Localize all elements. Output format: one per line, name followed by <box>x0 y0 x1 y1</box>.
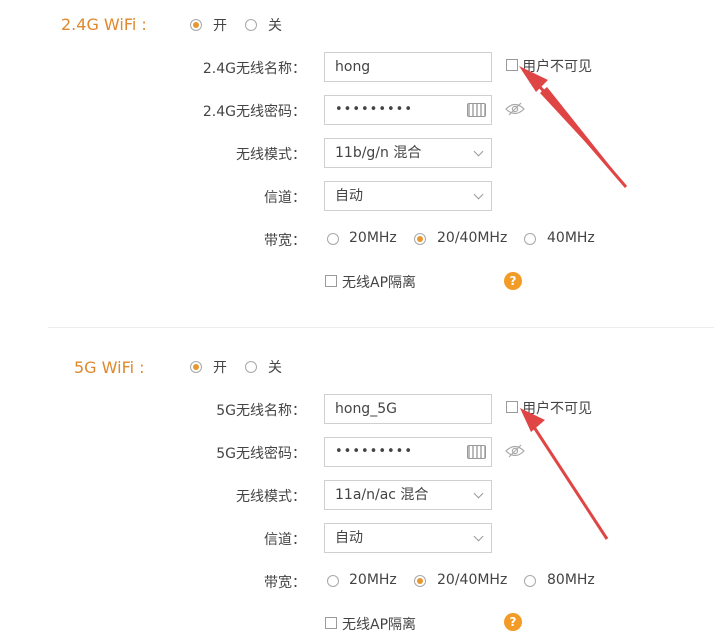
section-divider <box>48 327 714 328</box>
wifi5-mode-select[interactable]: 11a/n/ac 混合 <box>324 480 492 510</box>
wifi24-bw-20-label: 20MHz <box>349 230 397 246</box>
wifi24-channel-label: 信道： <box>264 190 306 206</box>
chevron-down-icon <box>473 189 484 200</box>
eye-hidden-icon[interactable] <box>505 443 525 459</box>
wifi24-hide-checkbox[interactable] <box>506 59 518 71</box>
wifi24-title: 2.4G WiFi : <box>61 15 147 34</box>
wifi24-channel-value: 自动 <box>335 188 363 204</box>
annotation-arrow <box>519 66 628 188</box>
chevron-down-icon <box>473 488 484 499</box>
wifi5-pw-input[interactable]: ••••••••• <box>324 437 492 467</box>
wifi5-name-label: 5G无线名称： <box>216 403 306 419</box>
wifi5-bw-label: 带宽： <box>264 575 306 591</box>
wifi24-off-radio[interactable] <box>245 19 257 31</box>
wifi5-ap-isolation-checkbox[interactable] <box>325 617 337 629</box>
wifi24-bw-20-radio[interactable] <box>327 233 339 245</box>
wifi24-bw-40-label: 40MHz <box>547 230 595 246</box>
wifi5-hide-checkbox[interactable] <box>506 401 518 413</box>
wifi5-off-radio[interactable] <box>245 361 257 373</box>
wifi5-on-radio[interactable] <box>190 361 202 373</box>
wifi24-name-input[interactable]: hong <box>324 52 492 82</box>
wifi5-pw-value: ••••••••• <box>335 444 414 459</box>
wifi24-bw-2040-label: 20/40MHz <box>437 230 508 246</box>
eye-hidden-icon[interactable] <box>505 101 525 117</box>
wifi5-on-label: 开 <box>213 360 227 376</box>
wifi5-off-label: 关 <box>268 360 282 376</box>
wifi24-on-radio[interactable] <box>190 19 202 31</box>
wifi24-hide-label: 用户不可见 <box>522 59 592 75</box>
keyboard-icon[interactable] <box>467 103 486 117</box>
wifi5-hide-label: 用户不可见 <box>522 401 592 417</box>
wifi24-mode-select[interactable]: 11b/g/n 混合 <box>324 138 492 168</box>
wifi24-bw-40-radio[interactable] <box>524 233 536 245</box>
wifi24-name-label: 2.4G无线名称： <box>202 61 306 77</box>
wifi5-channel-value: 自动 <box>335 530 363 546</box>
keyboard-icon[interactable] <box>467 445 486 459</box>
wifi5-bw-2040-label: 20/40MHz <box>437 572 508 588</box>
help-icon[interactable]: ? <box>504 272 522 290</box>
wifi5-name-input[interactable]: hong_5G <box>324 394 492 424</box>
wifi24-bw-2040-radio[interactable] <box>414 233 426 245</box>
wifi5-ap-isolation-label: 无线AP隔离 <box>342 617 417 633</box>
wifi24-ap-isolation-checkbox[interactable] <box>325 275 337 287</box>
wifi24-off-label: 关 <box>268 18 282 34</box>
wifi5-bw-20-radio[interactable] <box>327 575 339 587</box>
chevron-down-icon <box>473 146 484 157</box>
wifi5-title: 5G WiFi : <box>74 358 145 377</box>
wifi24-mode-value: 11b/g/n 混合 <box>335 145 422 161</box>
wifi24-on-label: 开 <box>213 18 227 34</box>
wifi24-pw-value: ••••••••• <box>335 102 414 117</box>
wifi5-bw-2040-radio[interactable] <box>414 575 426 587</box>
wifi5-pw-label: 5G无线密码： <box>216 446 306 462</box>
wifi5-bw-20-label: 20MHz <box>349 572 397 588</box>
wifi24-pw-input[interactable]: ••••••••• <box>324 95 492 125</box>
wifi24-pw-label: 2.4G无线密码： <box>202 104 306 120</box>
chevron-down-icon <box>473 531 484 542</box>
wifi5-mode-label: 无线模式： <box>236 489 306 505</box>
wifi5-mode-value: 11a/n/ac 混合 <box>335 487 429 503</box>
wifi5-bw-80-radio[interactable] <box>524 575 536 587</box>
wifi24-mode-label: 无线模式： <box>236 147 306 163</box>
annotation-arrow <box>520 408 609 540</box>
wifi24-bw-label: 带宽： <box>264 233 306 249</box>
wifi5-channel-select[interactable]: 自动 <box>324 523 492 553</box>
wifi24-channel-select[interactable]: 自动 <box>324 181 492 211</box>
wifi24-ap-isolation-label: 无线AP隔离 <box>342 275 417 291</box>
wifi5-channel-label: 信道： <box>264 532 306 548</box>
help-icon[interactable]: ? <box>504 613 522 631</box>
wifi5-bw-80-label: 80MHz <box>547 572 595 588</box>
